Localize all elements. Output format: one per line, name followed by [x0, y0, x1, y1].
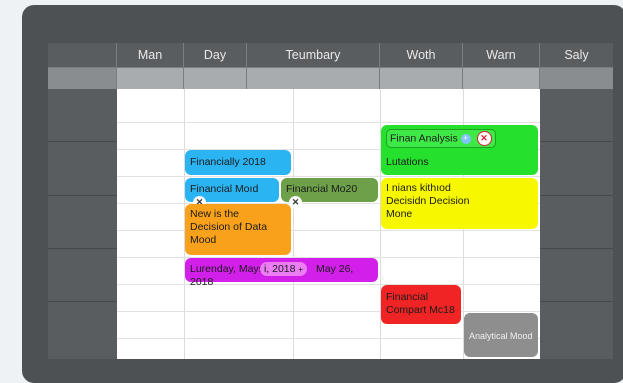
allday-cell[interactable] [463, 67, 540, 89]
weekend-slot[interactable] [540, 249, 613, 302]
event-new-decision[interactable]: New is the Decision of Data Mood [185, 204, 291, 255]
event-line: Mone [386, 208, 413, 220]
grid-line [117, 311, 540, 312]
time-slot [48, 302, 117, 359]
event-finan-analysis[interactable]: Finan Analysis + ✕ Lutations [381, 125, 538, 175]
event-financially-2018[interactable]: Financially 2018 [185, 150, 291, 175]
event-line: Compart Mc18 [386, 304, 455, 316]
header-corner [48, 43, 117, 67]
close-icon[interactable]: ✕ [476, 131, 492, 146]
time-slot [48, 196, 117, 249]
time-slot [48, 142, 117, 196]
event-nians-decision[interactable]: I nians kithıod Decisidn Decision Mone [381, 178, 538, 229]
grid-line [293, 89, 294, 359]
weekend-slot[interactable] [540, 196, 613, 249]
allday-cell[interactable] [247, 67, 380, 89]
plus-icon[interactable]: + [460, 133, 471, 144]
header-col-saly[interactable]: Saly [540, 43, 613, 67]
grid-line [117, 230, 540, 231]
grid-line [117, 122, 540, 123]
header-col-day[interactable]: Day [184, 43, 247, 67]
header-col-man[interactable]: Man [117, 43, 184, 67]
event-analytical-mood[interactable]: Analytical Mood [464, 313, 538, 357]
time-slot [48, 89, 117, 142]
event-title: Finan Analysis [390, 132, 458, 145]
header-col-warn[interactable]: Warn [463, 43, 540, 67]
allday-cell[interactable] [117, 67, 184, 89]
event-lurenday[interactable]: Lurenday, Maysi, 2018 + May 26, 2018 [185, 258, 378, 288]
weekend-slot[interactable] [540, 142, 613, 196]
allday-corner [48, 67, 117, 89]
header-col-woth[interactable]: Woth [380, 43, 463, 67]
grid-line [117, 284, 540, 285]
grid-line [117, 176, 540, 177]
event-line: Financial [386, 291, 429, 303]
event-line: Decision of Data [190, 221, 268, 233]
header-col-teumbary[interactable]: Teumbary [247, 43, 380, 67]
allday-cell[interactable] [184, 67, 247, 89]
event-financial-moid[interactable]: Financial Moıd ✕ [185, 178, 279, 209]
event-line: I nians kithıod [386, 182, 451, 194]
weekend-slot[interactable] [540, 302, 613, 359]
event-title: Lurenday, Mays [190, 263, 264, 275]
event-financial-compart[interactable]: Financial Compart Mc18 [381, 285, 461, 324]
weekend-slot[interactable] [540, 89, 613, 142]
event-line: Mood [190, 234, 217, 246]
event-chip[interactable]: i, 2018 + [259, 262, 308, 276]
event-line: Decisidn Decision [386, 195, 470, 207]
close-icon[interactable]: ✕ [289, 196, 302, 209]
allday-cell[interactable] [380, 67, 463, 89]
allday-cell[interactable] [540, 67, 613, 89]
calendar-grid: Man Day Teumbary Woth Warn Saly Finan An… [48, 43, 613, 359]
event-title: Financial Mo20 [286, 183, 358, 195]
event-line: New is the [190, 208, 240, 220]
event-financial-mo20[interactable]: Financial Mo20 ✕ [281, 178, 378, 209]
plus-icon: + [298, 265, 304, 274]
time-slot [48, 249, 117, 302]
event-title: Financial Moıd [190, 183, 259, 195]
event-subtitle: Lutations [386, 156, 429, 168]
